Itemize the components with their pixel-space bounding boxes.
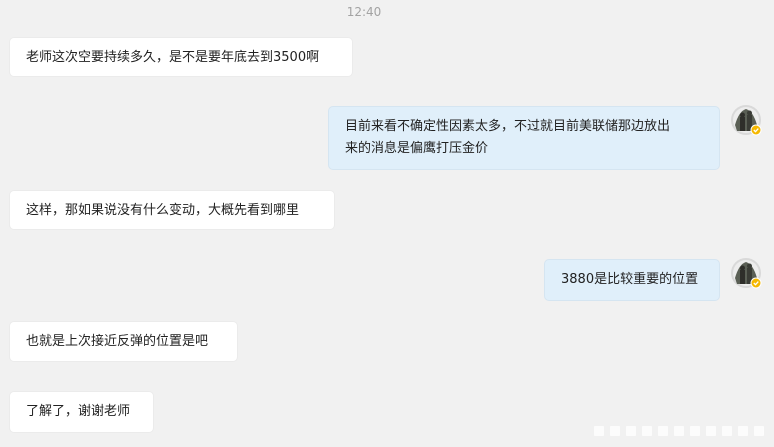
message-text: 老师这次空要持续多久，是不是要年底去到3500啊: [26, 50, 320, 65]
message-timestamp: 12:40: [346, 5, 382, 19]
avatar-image: [731, 258, 762, 289]
message-bubble-sent[interactable]: 目前来看不确定性因素太多，不过就目前美联储那边放出 来的消息是偏鹰打压金价: [328, 106, 720, 170]
message-text: 了解了，谢谢老师: [26, 404, 131, 419]
user-avatar-icon[interactable]: [731, 258, 762, 289]
verified-badge-icon: [750, 124, 762, 136]
user-avatar-icon[interactable]: [731, 105, 762, 136]
message-bubble-received[interactable]: 了解了，谢谢老师: [9, 391, 154, 433]
message-bubble-received[interactable]: 老师这次空要持续多久，是不是要年底去到3500啊: [9, 37, 353, 77]
message-text: 也就是上次接近反弹的位置是吧: [26, 334, 209, 349]
avatar-image: [731, 105, 762, 136]
message-bubble-received[interactable]: 这样，那如果说没有什么变动，大概先看到哪里: [9, 190, 335, 230]
message-text: 这样，那如果说没有什么变动，大概先看到哪里: [26, 203, 300, 218]
message-text-line: 目前来看不确定性因素太多，不过就目前美联储那边放出: [345, 119, 671, 134]
message-text-line: 来的消息是偏鹰打压金价: [345, 141, 489, 156]
message-bubble-sent[interactable]: 3880是比较重要的位置: [544, 259, 720, 301]
verified-badge-icon: [750, 277, 762, 289]
message-text: 3880是比较重要的位置: [561, 272, 699, 287]
watermark-graphic: [594, 426, 764, 436]
message-bubble-received[interactable]: 也就是上次接近反弹的位置是吧: [9, 321, 238, 362]
